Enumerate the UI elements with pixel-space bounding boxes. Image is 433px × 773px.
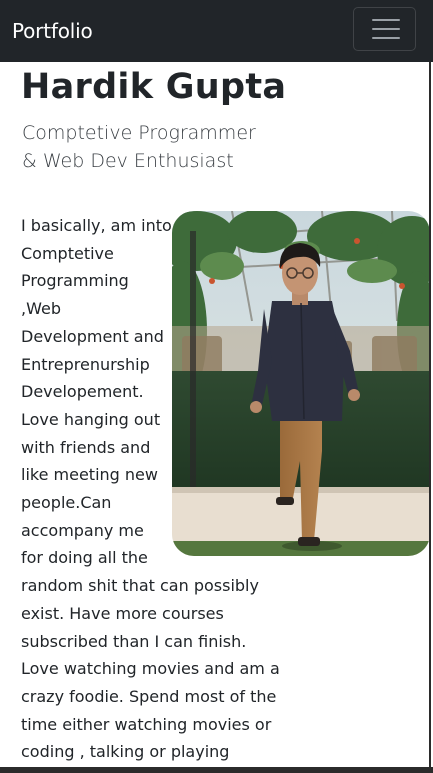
- bio-line: Love hanging out: [21, 409, 161, 429]
- bio-line: exist. Have more courses: [21, 603, 224, 623]
- navbar-brand[interactable]: Portfolio: [12, 17, 93, 45]
- bio-line: random shit that can possibly: [21, 576, 259, 596]
- bio-line: people.Can: [21, 493, 112, 513]
- bio-line: Developement.: [21, 382, 144, 402]
- page-title: Hardik Gupta: [21, 67, 287, 107]
- bio-line: Entreprenurship: [21, 354, 150, 374]
- tagline-line-1: Comptetive Programmer: [22, 122, 256, 144]
- bio-line: time either watching movies or: [21, 714, 272, 734]
- bio-text: I basically, am into Comptetive Programm…: [21, 212, 421, 766]
- bio-line: for doing all the: [21, 548, 148, 568]
- bio-line: I basically, am into: [21, 216, 172, 235]
- tagline: Comptetive Programmer & Web Dev Enthusia…: [22, 119, 302, 175]
- bio-line: Love watching movies and am a: [21, 659, 280, 679]
- bio-line: like meeting new: [21, 465, 158, 485]
- frame-border-bottom: [0, 767, 433, 773]
- bio-line: crazy foodie. Spend most of the: [21, 686, 277, 706]
- bio-line: with friends and: [21, 437, 151, 457]
- navbar: Portfolio: [0, 0, 433, 62]
- frame-border-right: [429, 62, 431, 773]
- bio-line: subscribed than I can finish.: [21, 631, 247, 651]
- bio-line: accompany me: [21, 520, 144, 540]
- bio-line: ,Web: [21, 299, 61, 319]
- bio-line: Comptetive: [21, 243, 114, 263]
- bio-line: coding , talking or playing: [21, 742, 230, 762]
- bio-line: Programming: [21, 271, 129, 291]
- navbar-toggler-button[interactable]: [353, 7, 416, 51]
- tagline-line-2: & Web Dev Enthusiast: [22, 150, 234, 172]
- hamburger-menu-icon: [372, 17, 400, 41]
- bio-line: Development and: [21, 326, 164, 346]
